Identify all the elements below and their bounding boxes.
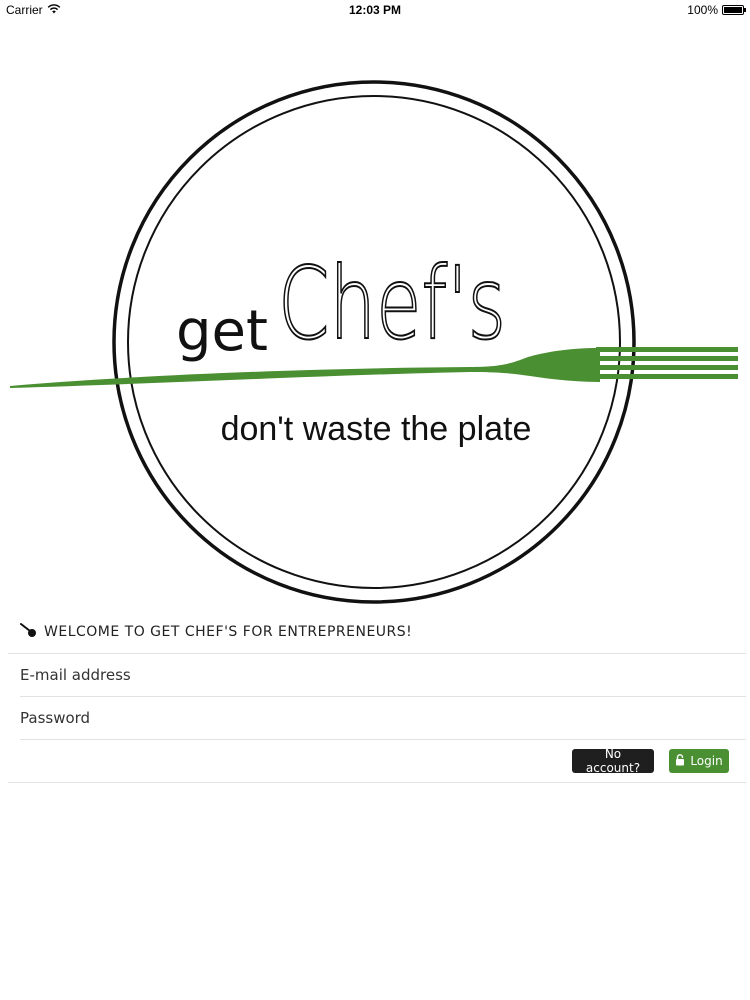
divider-bottom — [8, 782, 746, 783]
lock-icon — [675, 753, 685, 769]
no-account-button[interactable]: No account? — [572, 747, 654, 775]
welcome-heading: WELCOME TO GET CHEF'S FOR ENTREPRENEURS! — [20, 620, 412, 644]
email-input[interactable] — [20, 660, 740, 690]
battery-label: 100% — [687, 3, 718, 17]
tagline: don't waste the plate — [221, 410, 532, 448]
brand-name: Chef's — [278, 245, 506, 362]
brand-prefix: get — [176, 299, 268, 364]
divider-top — [8, 653, 746, 654]
divider-password — [20, 739, 746, 740]
status-bar: Carrier 12:03 PM 100% — [0, 0, 750, 22]
welcome-text: WELCOME TO GET CHEF'S FOR ENTREPRENEURS! — [44, 624, 413, 640]
divider-email — [20, 696, 746, 697]
status-right: 100% — [687, 3, 746, 17]
login-label: Login — [690, 754, 723, 768]
status-time: 12:03 PM — [348, 3, 402, 17]
battery-icon — [722, 5, 746, 15]
login-button[interactable]: Login — [669, 749, 729, 773]
spatula-icon — [20, 622, 38, 642]
get-chefs-logo: get Chef's don't waste the plate — [10, 80, 738, 604]
password-input[interactable] — [20, 703, 740, 733]
no-account-label: No account? — [585, 747, 641, 775]
